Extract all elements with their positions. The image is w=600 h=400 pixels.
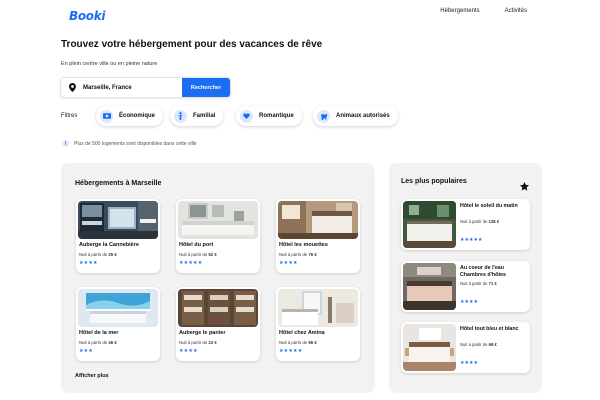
availability-text: Plus de 500 logements sont disponibles d… xyxy=(74,140,197,147)
search-button[interactable]: Rechercher xyxy=(182,78,230,97)
money-icon xyxy=(100,109,113,123)
accommodation-card[interactable]: Hôtel du port Nuit à partir de 52 € ★★★★… xyxy=(176,199,260,273)
heart-icon xyxy=(240,109,253,123)
rating-stars: ★★★★ xyxy=(460,360,478,366)
filter-label-romantique: Romantique xyxy=(259,113,294,119)
room-photo xyxy=(278,201,358,239)
booki-logo[interactable]: Booki xyxy=(69,9,106,23)
accommodation-price: Nuit à partir de 46 € xyxy=(79,340,117,345)
popular-price: Nuit à partir de 68 € xyxy=(460,342,497,347)
accommodation-name: Hôtel les mouettes xyxy=(279,242,328,248)
popular-price: Nuit à partir de 71 € xyxy=(460,281,497,286)
popular-price: Nuit à partir de 128 € xyxy=(460,219,500,224)
rating-stars: ★★★★ xyxy=(79,260,98,266)
accommodation-card[interactable]: Auberge la Cannebière Nuit à partir de 2… xyxy=(76,199,160,273)
search-bar: Marseille, France Rechercher xyxy=(60,77,231,98)
map-pin-icon xyxy=(61,78,83,97)
accommodation-price: Nuit à partir de 52 € xyxy=(179,252,217,257)
accommodation-price: Nuit à partir de 25 € xyxy=(79,252,117,257)
popular-name: Hôtel le soleil du matin xyxy=(460,203,518,209)
accommodation-card[interactable]: Auberge le panier Nuit à partir de 23 € … xyxy=(176,287,260,361)
popular-card[interactable]: Au coeur de l'eau Chambres d'hôtes Nuit … xyxy=(401,261,530,312)
main-nav: Hébergements Activités xyxy=(440,8,527,14)
info-icon: i xyxy=(62,140,69,147)
accommodation-name: Auberge la Cannebière xyxy=(79,242,139,248)
rating-stars: ★★★★ xyxy=(279,260,298,266)
accommodation-name: Hôtel de la mer xyxy=(79,330,119,336)
popular-name: Hôtel tout bleu et blanc xyxy=(460,326,519,332)
accommodation-card[interactable]: Hôtel chez Amina Nuit à partir de 96 € ★… xyxy=(276,287,360,361)
room-photo xyxy=(178,201,258,239)
room-photo xyxy=(278,289,358,327)
accommodation-card[interactable]: Hôtel de la mer Nuit à partir de 46 € ★★… xyxy=(76,287,160,361)
dog-icon xyxy=(317,109,330,123)
filter-label-economique: Économique xyxy=(119,113,156,119)
accommodation-price: Nuit à partir de 96 € xyxy=(279,340,317,345)
accommodation-name: Hôtel du port xyxy=(179,242,214,248)
rating-stars: ★★★★ xyxy=(460,299,478,305)
room-photo xyxy=(403,263,456,310)
rating-stars: ★★★★★ xyxy=(279,348,303,354)
nav-link-accommodations[interactable]: Hébergements xyxy=(440,8,479,14)
rating-stars: ★★★★★ xyxy=(460,237,483,243)
room-photo xyxy=(403,201,456,248)
accommodation-name: Auberge le panier xyxy=(179,330,226,336)
room-photo xyxy=(403,324,456,371)
popular-title: Les plus populaires xyxy=(401,178,467,185)
availability-info: i Plus de 500 logements sont disponibles… xyxy=(62,140,197,147)
rating-stars: ★★★★ xyxy=(179,348,198,354)
show-more-link[interactable]: Afficher plus xyxy=(75,373,109,379)
popular-card[interactable]: Hôtel tout bleu et blanc Nuit à partir d… xyxy=(401,322,530,373)
popular-name: Au coeur de l'eau Chambres d'hôtes xyxy=(460,265,506,278)
accommodation-name: Hôtel chez Amina xyxy=(279,330,325,336)
filter-chip-familial[interactable]: Familial xyxy=(170,106,224,126)
nav-link-activities[interactable]: Activités xyxy=(505,8,527,14)
page-title: Trouvez votre hébergement pour des vacan… xyxy=(61,39,323,50)
filter-label-animaux: Animaux autorisés xyxy=(336,113,390,119)
search-input[interactable]: Marseille, France xyxy=(83,78,182,97)
accommodations-title: Hébergements à Marseille xyxy=(75,180,162,187)
room-photo xyxy=(78,289,158,327)
popular-card[interactable]: Hôtel le soleil du matin Nuit à partir d… xyxy=(401,199,530,250)
star-icon xyxy=(520,178,529,196)
family-icon xyxy=(174,109,187,123)
page-subtitle: En plein centre ville ou en pleine natur… xyxy=(61,61,158,67)
accommodation-card[interactable]: Hôtel les mouettes Nuit à partir de 76 €… xyxy=(276,199,360,273)
filter-label-familial: Familial xyxy=(193,113,216,119)
filters-label: Filtres xyxy=(61,113,78,119)
accommodation-price: Nuit à partir de 23 € xyxy=(179,340,217,345)
rating-stars: ★★★ xyxy=(79,348,94,354)
room-photo xyxy=(78,201,158,239)
filter-chip-animaux[interactable]: Animaux autorisés xyxy=(313,106,398,126)
filter-chip-romantique[interactable]: Romantique xyxy=(236,106,302,126)
room-photo xyxy=(178,289,258,327)
filter-chip-economique[interactable]: Économique xyxy=(96,106,164,126)
accommodation-price: Nuit à partir de 76 € xyxy=(279,252,317,257)
rating-stars: ★★★★★ xyxy=(179,260,203,266)
